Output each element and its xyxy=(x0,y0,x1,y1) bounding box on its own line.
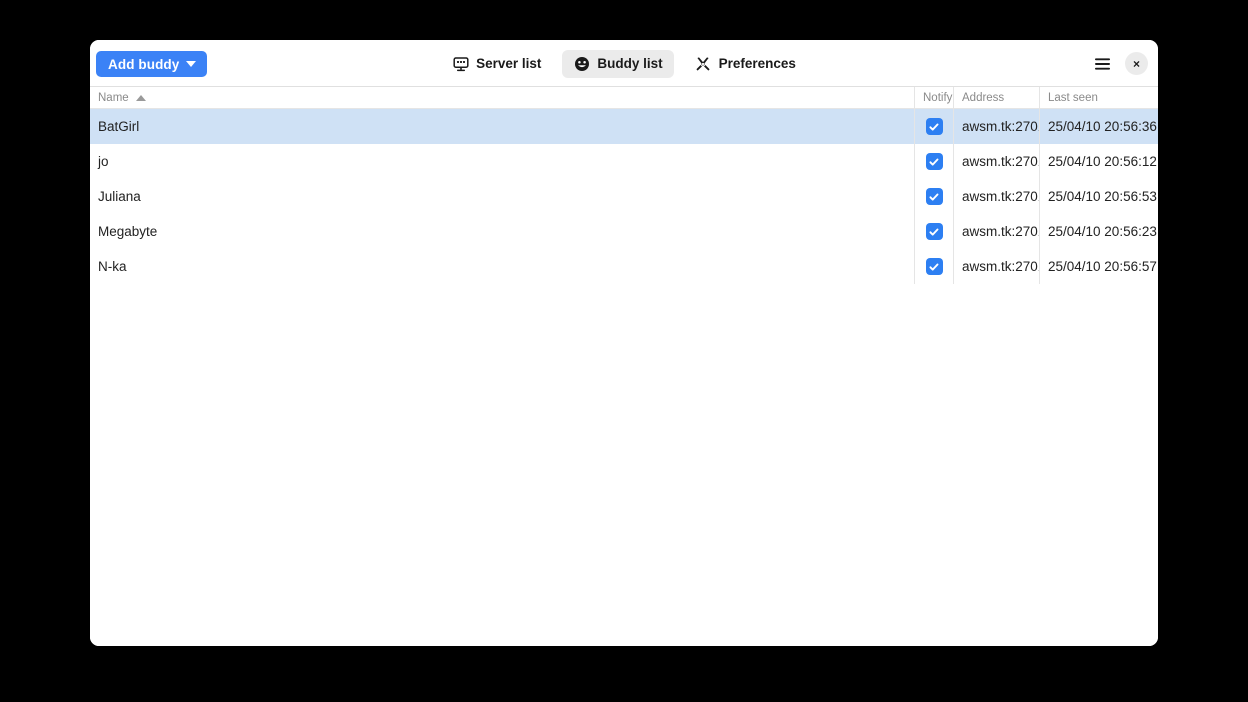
cell-notify[interactable] xyxy=(914,109,953,144)
cell-last-seen: 25/04/10 20:56:36 xyxy=(1039,109,1158,144)
cell-notify[interactable] xyxy=(914,214,953,249)
cell-address: awsm.tk:27011 xyxy=(953,109,1039,144)
notify-checkbox[interactable] xyxy=(925,188,943,205)
cell-name: N-ka xyxy=(98,259,127,274)
tab-buddy-list-label: Buddy list xyxy=(597,56,663,71)
tab-preferences[interactable]: Preferences xyxy=(684,50,807,78)
cell-notify[interactable] xyxy=(914,179,953,214)
cell-name: Megabyte xyxy=(98,224,158,239)
cell-last-seen: 25/04/10 20:56:12 xyxy=(1039,144,1158,179)
notify-checkbox[interactable] xyxy=(925,153,943,170)
table-body: BatGirlawsm.tk:2701125/04/10 20:56:36joa… xyxy=(90,109,1158,284)
notify-checkbox[interactable] xyxy=(925,258,943,275)
column-header-address[interactable]: Address xyxy=(953,87,1039,109)
hamburger-menu-icon[interactable] xyxy=(1089,51,1115,77)
cell-last-seen: 25/04/10 20:56:23 xyxy=(1039,214,1158,249)
cell-address: awsm.tk:27011 xyxy=(953,249,1039,284)
toolbar: Add buddy Server list Buddy list Prefere… xyxy=(90,40,1158,87)
tab-server-list[interactable]: Server list xyxy=(441,50,552,78)
cell-address: awsm.tk:27011 xyxy=(953,179,1039,214)
monitor-icon xyxy=(452,55,469,72)
cell-name: BatGirl xyxy=(98,119,140,134)
smiley-icon xyxy=(573,55,590,72)
table-row[interactable]: Megabyte awsm.tk:2701125/04/10 20:56:23 xyxy=(90,214,1158,249)
tab-preferences-label: Preferences xyxy=(718,56,796,71)
cell-address: awsm.tk:27011 xyxy=(953,214,1039,249)
tab-bar: Server list Buddy list Preferences xyxy=(90,40,1158,87)
cell-address: awsm.tk:27011 xyxy=(953,144,1039,179)
buddy-list-window: Add buddy Server list Buddy list Prefere… xyxy=(90,40,1158,646)
table-header-row: Name Notify Address Last seen xyxy=(90,87,1158,109)
tools-icon xyxy=(695,55,712,72)
window-controls: × xyxy=(1089,40,1148,87)
tab-buddy-list[interactable]: Buddy list xyxy=(562,49,674,78)
sort-ascending-icon xyxy=(135,94,146,101)
buddy-table: Name Notify Address Last seen BatGirl aws… xyxy=(90,87,1158,646)
column-header-address-label: Address xyxy=(962,91,1005,104)
column-header-notify[interactable]: Notify xyxy=(914,87,953,109)
cell-name: Juliana xyxy=(98,189,141,204)
column-header-last-seen-label: Last seen xyxy=(1048,91,1098,104)
close-button[interactable]: × xyxy=(1125,52,1148,75)
cell-notify[interactable] xyxy=(914,144,953,179)
cell-notify[interactable] xyxy=(914,249,953,284)
table-row[interactable]: jo awsm.tk:2701125/04/10 20:56:12 xyxy=(90,144,1158,179)
cell-last-seen: 25/04/10 20:56:53 xyxy=(1039,179,1158,214)
tab-server-list-label: Server list xyxy=(476,56,542,71)
column-header-last-seen[interactable]: Last seen xyxy=(1039,87,1158,109)
column-header-name-label: Name xyxy=(98,91,129,104)
notify-checkbox[interactable] xyxy=(925,118,943,135)
cell-name: jo xyxy=(98,154,109,169)
cell-last-seen: 25/04/10 20:56:57 xyxy=(1039,249,1158,284)
notify-checkbox[interactable] xyxy=(925,223,943,240)
table-row[interactable]: Juliana awsm.tk:2701125/04/10 20:56:53 xyxy=(90,179,1158,214)
table-row[interactable]: BatGirl awsm.tk:2701125/04/10 20:56:36 xyxy=(90,109,1158,144)
table-row[interactable]: N-ka awsm.tk:2701125/04/10 20:56:57 xyxy=(90,249,1158,284)
column-header-notify-label: Notify xyxy=(923,91,953,104)
column-header-name[interactable]: Name xyxy=(90,87,914,109)
